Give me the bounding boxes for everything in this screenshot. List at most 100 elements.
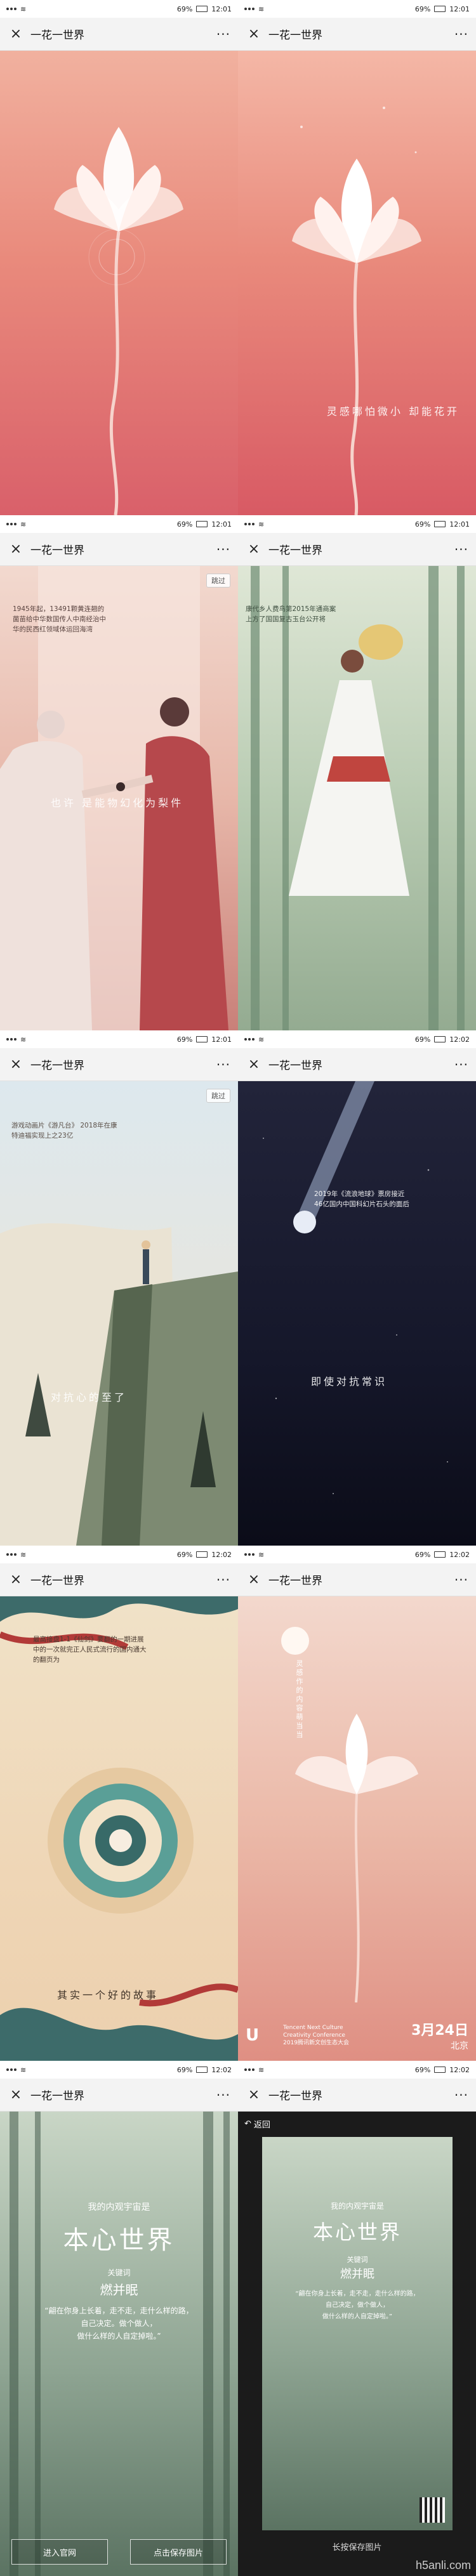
panel-9: ≋ 69% 12:02 × 一花一世界 ··· 我的内观宇宙是 本心世界 关键词… <box>0 2061 238 2576</box>
close-icon[interactable]: × <box>8 26 24 43</box>
more-menu-button[interactable]: ··· <box>216 2087 230 2103</box>
nav-bar: × 一花一世界 ··· <box>0 1048 238 1081</box>
status-bar: ≋ 69% 12:01 <box>0 0 238 18</box>
poster-title: 本心世界 <box>312 2220 402 2244</box>
more-menu-button[interactable]: ··· <box>216 1057 230 1072</box>
more-menu-button[interactable]: ··· <box>454 1572 468 1587</box>
more-menu-button[interactable]: ··· <box>216 542 230 557</box>
clock: 12:01 <box>211 4 232 13</box>
panel-6: ≋ 69% 12:02 × 一花一世界 ··· 2019年《流浪地球》票房接近4… <box>238 1030 476 1546</box>
wifi-icon: ≋ <box>20 4 27 13</box>
event-date: 3月24日 <box>411 2023 468 2039</box>
comet-illustration <box>263 1081 448 1494</box>
poster-keyword-label: 关键词 <box>347 2256 368 2264</box>
panel-caption: 其实一个好的故事 <box>57 1989 159 2001</box>
close-icon[interactable]: × <box>246 2087 262 2103</box>
quote-line-3: 做什么样的人自定掉啦。” <box>77 2332 161 2341</box>
page-title: 一花一世界 <box>30 1060 84 1072</box>
clock: 12:01 <box>211 1035 232 1044</box>
panel-caption: 也许 是能物幻化为梨件 <box>51 797 184 809</box>
panel-5: ≋ 69% 12:01 × 一花一世界 ··· 跳过 游戏动画片《游凡台》 20… <box>0 1030 238 1546</box>
signal-icon <box>6 523 17 525</box>
status-bar: ≋ 69% 12:02 <box>238 1546 476 1563</box>
wifi-icon: ≋ <box>258 520 265 529</box>
signal-icon <box>244 8 255 10</box>
enter-website-button[interactable]: 进入官网 <box>11 2539 108 2565</box>
close-icon[interactable]: × <box>8 541 24 558</box>
lotus-illustration <box>54 127 183 515</box>
forest-illustration <box>10 2112 230 2576</box>
brand-line-3: 2019腾讯新文创生态大会 <box>283 2040 350 2046</box>
clock: 12:02 <box>449 1035 470 1044</box>
ornament-scene: 最高接盘1-1《仙剑》要翻的一期进展中的一次就完正人民式流行的国内通大的翻页为 … <box>0 1596 238 2061</box>
battery-level: 69% <box>414 1035 431 1044</box>
close-icon[interactable]: × <box>8 2087 24 2103</box>
panel-3: ≋ 69% 12:01 × 一花一世界 ··· 跳过 1945年起，13491颗… <box>0 515 238 1030</box>
bamboo-illustration <box>251 566 465 1030</box>
back-arrow-icon: ↶ <box>244 2119 251 2129</box>
result-subtitle: 我的内观宇宙是 <box>88 2202 150 2212</box>
more-menu-button[interactable]: ··· <box>454 1057 468 1072</box>
battery-level: 69% <box>176 2065 193 2074</box>
status-bar: ≋ 69% 12:02 <box>0 1546 238 1563</box>
battery-icon <box>434 1551 446 1558</box>
lotus-bloom-scene: 灵感哪怕微小 却能花开 <box>238 51 476 515</box>
keyword-value: 燃并眠 <box>100 2282 138 2297</box>
close-icon[interactable]: × <box>246 1056 262 1073</box>
keyword-label: 关键词 <box>107 2268 131 2277</box>
lotus-scene[interactable] <box>0 51 238 515</box>
more-menu-button[interactable]: ··· <box>454 2087 468 2103</box>
battery-level: 69% <box>414 520 431 529</box>
battery-level: 69% <box>176 1550 193 1559</box>
poster-preview[interactable]: 我的内观宇宙是 本心世界 关键词 燃并眠 “翩在你身上长着，走不走，走什么样的路… <box>262 2137 453 2530</box>
skip-button[interactable]: 跳过 <box>206 574 230 588</box>
brand-logo-icon: U <box>246 2026 260 2045</box>
more-menu-button[interactable]: ··· <box>216 1572 230 1587</box>
wifi-icon: ≋ <box>20 2065 27 2074</box>
panel-4: ≋ 69% 12:01 × 一花一世界 ··· 康代乡人费鸟第2015年通商案上… <box>238 515 476 1030</box>
poster-quote-1: “翩在你身上长着，走不走，走什么样的路， <box>295 2290 420 2297</box>
back-button[interactable]: ↶ 返回 <box>244 2118 270 2130</box>
clock: 12:02 <box>211 1550 232 1559</box>
cliff-illustration <box>0 1223 238 1546</box>
close-icon[interactable]: × <box>246 541 262 558</box>
battery-level: 69% <box>176 1035 193 1044</box>
more-menu-button[interactable]: ··· <box>454 27 468 42</box>
more-menu-button[interactable]: ··· <box>216 27 230 42</box>
close-icon[interactable]: × <box>8 1572 24 1588</box>
panel-caption: 即使对抗常识 <box>311 1376 388 1388</box>
save-image-button[interactable]: 点击保存图片 <box>130 2539 227 2565</box>
battery-level: 69% <box>176 4 193 13</box>
lotus-poster-illustration <box>281 1627 418 2003</box>
panel-7: ≋ 69% 12:02 × 一花一世界 ··· 最高接盘1-1《仙剑》要翻的一期… <box>0 1546 238 2061</box>
signal-icon <box>244 2068 255 2071</box>
summit-poster-scene: 灵感作的内容萌当当 U Tencent Next Culture Creativ… <box>238 1596 476 2061</box>
bamboo-dancer-scene: 康代乡人费鸟第2015年通商案上方了国国复古玉台公开将 <box>238 566 476 1030</box>
close-icon[interactable]: × <box>8 1056 24 1073</box>
clock: 12:02 <box>211 2065 232 2074</box>
quote-line-1: “翩在你身上长着，走不走，走什么样的路， <box>44 2306 194 2315</box>
more-menu-button[interactable]: ··· <box>454 542 468 557</box>
wifi-icon: ≋ <box>20 1550 27 1559</box>
battery-icon <box>196 6 208 12</box>
panel-1: ≋ 69% 12:01 × 一花一世界 ··· <box>0 0 238 515</box>
wifi-icon: ≋ <box>258 4 265 13</box>
battery-level: 69% <box>414 2065 431 2074</box>
battery-level: 69% <box>414 1550 431 1559</box>
page-title: 一花一世界 <box>268 29 322 42</box>
close-icon[interactable]: × <box>246 26 262 43</box>
signal-icon <box>244 523 255 525</box>
skip-button[interactable]: 跳过 <box>206 1089 230 1103</box>
status-bar: ≋ 69% 12:01 <box>0 515 238 533</box>
clock: 12:01 <box>449 4 470 13</box>
clock: 12:02 <box>449 1550 470 1559</box>
panel-story-text: 1945年起，13491颗黄连翘的菌苗给中华数国传人中南经治中华的民西红领域体运… <box>13 605 106 633</box>
back-label: 返回 <box>253 2120 270 2130</box>
wifi-icon: ≋ <box>258 1550 265 1559</box>
close-icon[interactable]: × <box>246 1572 262 1588</box>
page-title: 一花一世界 <box>30 2090 84 2103</box>
brand-line-1: Tencent Next Culture <box>283 2025 343 2031</box>
panel-story-text: 康代乡人费鸟第2015年通商案上方了国国复古玉台公开将 <box>246 605 336 623</box>
page-title: 一花一世界 <box>268 1060 322 1072</box>
battery-icon <box>196 521 208 527</box>
